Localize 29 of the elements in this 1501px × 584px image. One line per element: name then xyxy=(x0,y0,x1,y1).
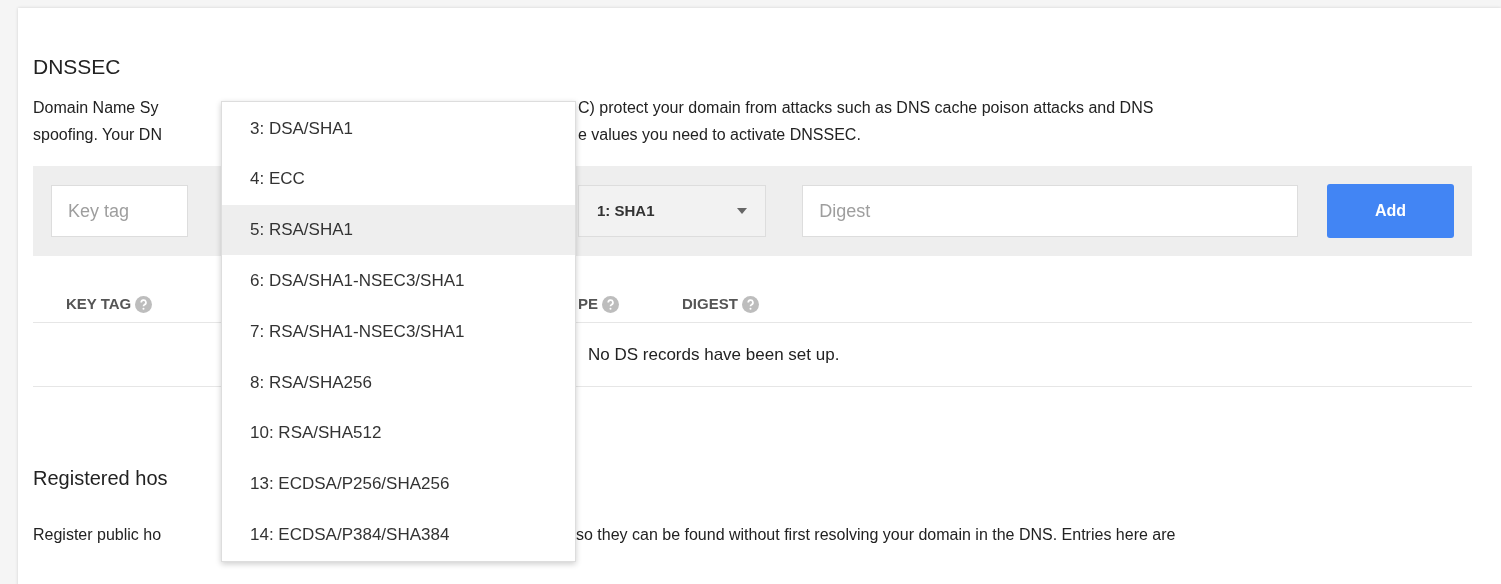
section-title: DNSSEC xyxy=(33,54,121,80)
help-icon[interactable] xyxy=(741,295,759,313)
menu-item[interactable]: 13: ECDSA/P256/SHA256 xyxy=(222,458,575,510)
menu-item[interactable]: 4: ECC xyxy=(222,153,575,205)
help-icon[interactable] xyxy=(602,295,619,313)
section-title: Registered hos xyxy=(33,466,169,491)
digest-field[interactable]: Digest xyxy=(802,185,1299,237)
add-button[interactable]: Add xyxy=(1327,184,1454,238)
menu-item[interactable]: 5: RSA/SHA1 xyxy=(222,204,575,256)
menu-item[interactable]: 10: RSA/SHA512 xyxy=(222,407,575,459)
menu-item[interactable]: 8: RSA/SHA256 xyxy=(222,357,575,408)
menu-item[interactable]: 3: DSA/SHA1 xyxy=(222,103,575,154)
key-tag-field[interactable]: Key tag xyxy=(51,185,188,237)
description-text: Domain Name Sy xyxy=(33,98,160,118)
description-text: e values you need to activate DNSSEC. xyxy=(578,125,861,145)
description-text: C) protect your domain from attacks such as DNS cache poison attacks and DNS xyxy=(578,98,1154,118)
menu-item[interactable]: 14: ECDSA/P384/SHA384 xyxy=(222,509,575,561)
description-text: spoofing. Your DN xyxy=(33,125,163,145)
help-icon[interactable] xyxy=(135,295,153,313)
description-text: so they can be found without first resolving your domain in the DNS. Entries here are xyxy=(576,525,1176,545)
menu-item[interactable]: 6: DSA/SHA1-NSEC3/SHA1 xyxy=(222,255,575,307)
digest-type-select[interactable]: 1: SHA1 xyxy=(578,185,767,237)
menu-item[interactable]: 7: RSA/SHA1-NSEC3/SHA1 xyxy=(222,306,575,357)
caret-icon xyxy=(737,208,748,214)
column-header: PE xyxy=(578,293,598,314)
empty-message: No DS records have been set up. xyxy=(588,343,840,366)
description-text: Register public ho xyxy=(33,525,163,545)
column-header: DIGEST xyxy=(682,293,738,314)
column-header: KEY TAG xyxy=(66,293,132,314)
